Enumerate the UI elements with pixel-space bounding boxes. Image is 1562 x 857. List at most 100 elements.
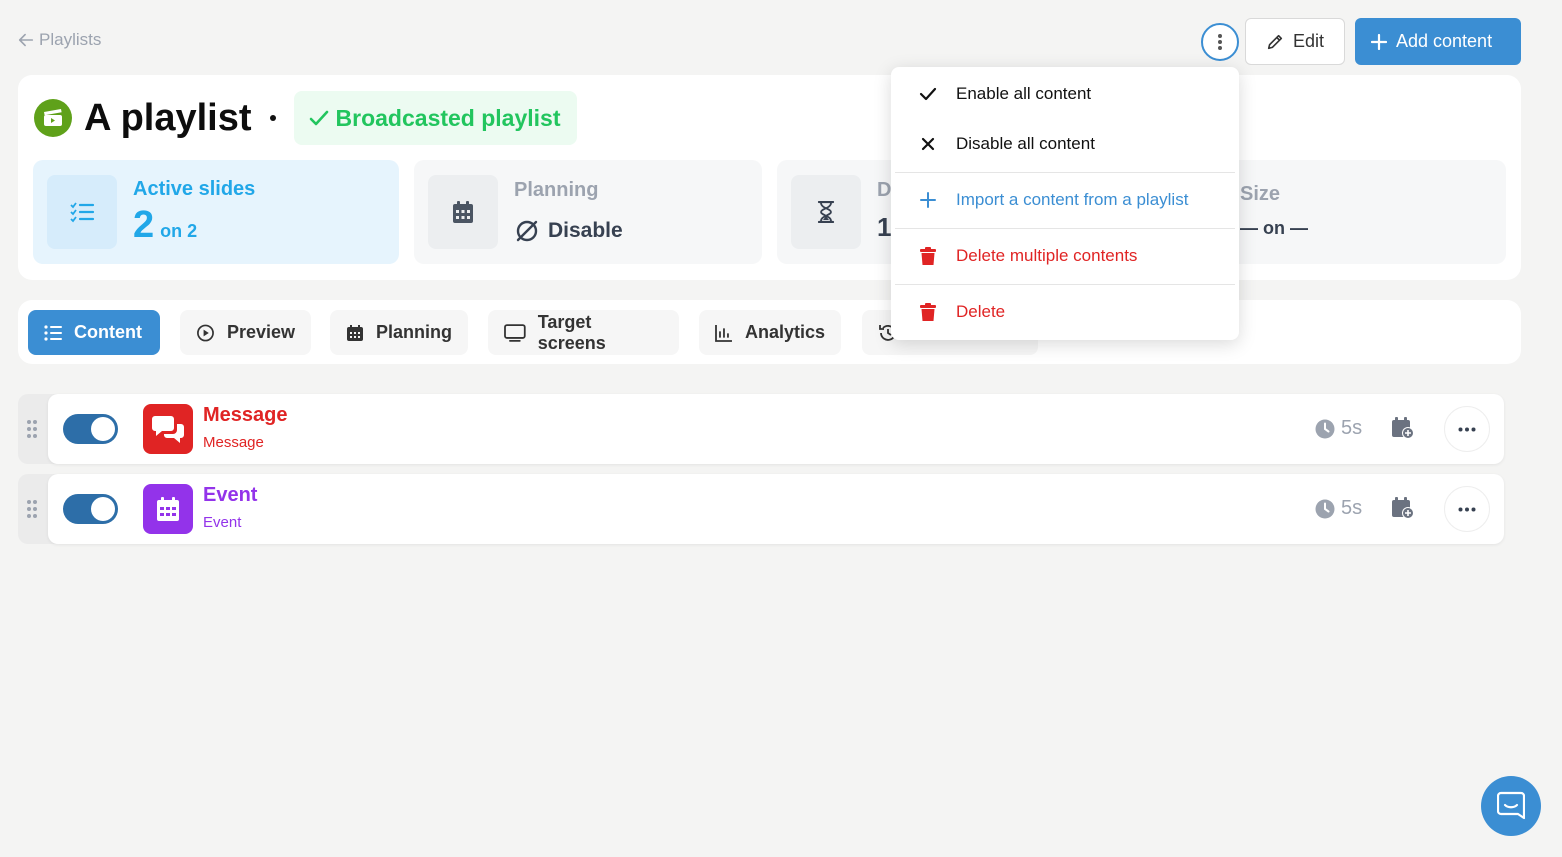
stat-active-label: Active slides (133, 178, 256, 200)
content-type: Event (203, 514, 242, 531)
title-separator-dot (269, 115, 276, 121)
tab-target-screens-label: Target screens (537, 311, 606, 353)
tab-analytics-label: Analytics (744, 322, 825, 342)
stat-planning-label: Planning (514, 179, 599, 201)
page-title: A playlist (84, 96, 252, 139)
toggle-knob (91, 497, 115, 521)
tab-preview[interactable]: Preview (180, 310, 311, 355)
tab-content-label: Content (74, 322, 142, 342)
stat-duration-value: 1 (877, 212, 892, 242)
clock-icon (1315, 499, 1335, 518)
top-actions: Edit Add content (1200, 18, 1521, 65)
stat-size-value: — on — (1240, 218, 1308, 238)
calendar-icon (143, 484, 193, 534)
duration-value: 5s (1341, 417, 1363, 439)
menu-item-delete-multiple[interactable]: Delete multiple contents (891, 236, 1239, 276)
list-check-icon (47, 175, 117, 249)
status-badge: Broadcasted playlist (293, 91, 577, 145)
content-title[interactable]: Message (203, 404, 288, 427)
content-row-body[interactable]: Event Event 5s (48, 474, 1504, 544)
playlist-header-card: A playlist Broadcasted playlist Active s… (18, 75, 1521, 280)
add-content-label: Add content (1396, 31, 1493, 51)
tab-planning-label: Planning (376, 322, 452, 342)
stat-planning: Planning Disable (414, 160, 762, 264)
clock-icon (1315, 419, 1335, 438)
close-icon (918, 137, 938, 151)
menu-item-label: Delete (956, 302, 1006, 321)
disabled-icon (516, 220, 538, 242)
edit-button[interactable]: Edit (1244, 18, 1345, 65)
active-count: 2 (133, 204, 155, 246)
menu-divider (895, 172, 1235, 173)
content-row-event: Event Event 5s (18, 474, 1504, 544)
arrow-left-icon (18, 33, 34, 47)
stat-active-value: 2 on 2 (133, 204, 197, 247)
content-title[interactable]: Event (203, 484, 257, 507)
menu-item-disable-all[interactable]: Disable all content (891, 124, 1239, 164)
check-icon (309, 110, 328, 126)
tab-target-screens[interactable]: Target screens (488, 310, 679, 355)
enable-toggle[interactable] (63, 494, 118, 524)
row-more-button[interactable] (1444, 486, 1490, 532)
menu-item-label: Disable all content (956, 134, 1095, 153)
active-total: on 2 (160, 221, 198, 241)
tab-content[interactable]: Content (28, 310, 160, 355)
trash-icon (918, 247, 938, 265)
vertical-dots-icon (1217, 33, 1222, 50)
menu-item-label: Enable all content (956, 84, 1092, 103)
stat-duration-label: D (877, 179, 892, 201)
tab-preview-label: Preview (226, 322, 295, 342)
options-dropdown-menu: Enable all content Disable all content I… (891, 67, 1239, 340)
row-more-button[interactable] (1444, 406, 1490, 452)
menu-divider (895, 284, 1235, 285)
stat-size-label: Size (1240, 183, 1281, 205)
menu-item-label: Import a content from a playlist (956, 190, 1189, 209)
calendar-plus-icon[interactable] (1391, 496, 1415, 520)
more-options-button[interactable] (1200, 22, 1239, 61)
comments-icon (143, 404, 193, 454)
menu-item-delete[interactable]: Delete (891, 292, 1239, 332)
calendar-icon (347, 324, 363, 341)
chat-support-button[interactable] (1481, 776, 1541, 836)
stat-planning-value: Disable (514, 218, 623, 244)
content-type: Message (203, 434, 264, 451)
calendar-plus-icon[interactable] (1391, 416, 1415, 440)
menu-item-label: Delete multiple contents (956, 246, 1138, 265)
horizontal-dots-icon (1458, 507, 1476, 511)
tab-analytics[interactable]: Analytics (699, 310, 841, 355)
chat-icon (1497, 791, 1525, 820)
drag-handle-icon[interactable] (26, 499, 38, 519)
plus-icon (1371, 33, 1387, 50)
back-link-label: Playlists (39, 30, 102, 49)
content-duration: 5s (1315, 417, 1362, 440)
horizontal-dots-icon (1458, 427, 1476, 431)
clapperboard-icon (34, 99, 72, 137)
calendar-icon (428, 175, 498, 249)
menu-item-import[interactable]: Import a content from a playlist (891, 180, 1239, 220)
drag-handle-icon[interactable] (26, 419, 38, 439)
add-content-button[interactable]: Add content (1355, 18, 1521, 65)
back-to-playlists-link[interactable]: Playlists (17, 30, 101, 50)
check-icon (918, 87, 938, 101)
stat-active-slides: Active slides 2 on 2 (33, 160, 399, 264)
pencil-icon (1267, 34, 1283, 49)
content-row-body[interactable]: Message Message 5s (48, 394, 1504, 464)
status-badge-label: Broadcasted playlist (335, 104, 561, 131)
toggle-knob (91, 417, 115, 441)
planning-value: Disable (548, 219, 623, 242)
monitor-icon (504, 323, 526, 342)
menu-divider (895, 228, 1235, 229)
plus-icon (918, 192, 938, 208)
enable-toggle[interactable] (63, 414, 118, 444)
tab-planning[interactable]: Planning (330, 310, 468, 355)
menu-item-enable-all[interactable]: Enable all content (891, 74, 1239, 114)
list-icon (44, 324, 62, 341)
content-row-message: Message Message 5s (18, 394, 1504, 464)
play-circle-icon (197, 324, 214, 341)
content-duration: 5s (1315, 497, 1362, 520)
duration-value: 5s (1341, 497, 1363, 519)
trash-icon (918, 303, 938, 321)
chart-icon (715, 324, 732, 342)
tabs-bar: Content Preview Planning Target screens … (18, 300, 1521, 364)
title-row: A playlist Broadcasted playlist (34, 91, 577, 145)
